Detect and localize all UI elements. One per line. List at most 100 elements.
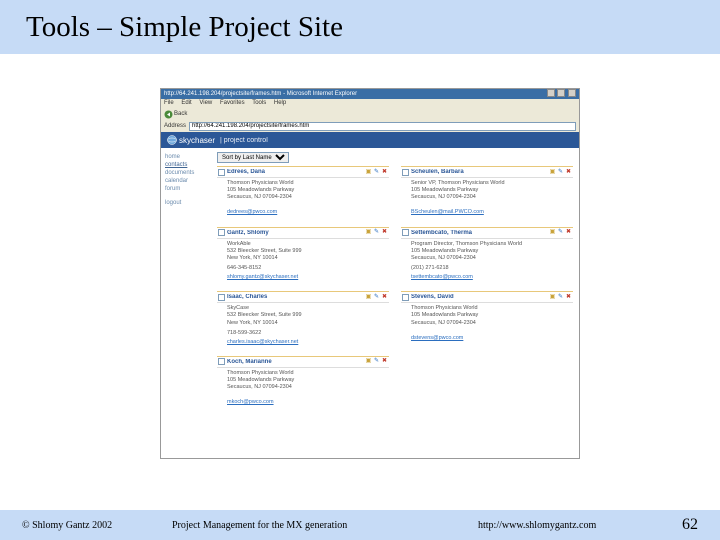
delete-icon[interactable]: ✖	[381, 229, 388, 236]
screenshot: http://64.241.198.204/projectsite/frames…	[160, 88, 580, 459]
edit-icon[interactable]: ✎	[373, 358, 380, 365]
menu-view[interactable]: View	[199, 100, 212, 106]
contact-card: Isaac, Charles▣✎✖SkyCase532 Bleecker Str…	[217, 291, 389, 350]
contact-email[interactable]: charles.isaac@skychaser.net	[227, 339, 298, 346]
contact-checkbox[interactable]	[402, 169, 409, 176]
contact-card-header: Gantz, Shlomy▣✎✖	[217, 228, 389, 239]
contact-name: Stevens, David	[411, 294, 547, 300]
contact-org: Program Director, Thomson Physicians Wor…	[411, 241, 572, 248]
contact-addr1: 105 Meadowlands Parkway	[411, 187, 572, 194]
contact-card-header: Settembcato, Therma▣✎✖	[401, 228, 573, 239]
main-panel: Sort by Last Name Edrees, Dana▣✎✖Thomson…	[211, 148, 579, 458]
contact-checkbox[interactable]	[402, 294, 409, 301]
edit-icon[interactable]: ✎	[557, 294, 564, 301]
contact-body: WorkAble532 Bleecker Street, Suite 999Ne…	[217, 239, 389, 286]
delete-icon[interactable]: ✖	[381, 294, 388, 301]
contact-body: SkyCase532 Bleecker Street, Suite 999New…	[217, 303, 389, 350]
contact-checkbox[interactable]	[218, 358, 225, 365]
contacts-grid: Edrees, Dana▣✎✖Thomson Physicians World1…	[217, 166, 573, 411]
contact-body: Senior VP, Thomson Physicians World105 M…	[401, 178, 573, 221]
menu-tools[interactable]: Tools	[252, 100, 266, 106]
menu-file[interactable]: File	[164, 100, 174, 106]
back-button[interactable]: Back	[164, 110, 187, 119]
sidebar-item-calendar[interactable]: calendar	[165, 178, 207, 184]
delete-icon[interactable]: ✖	[381, 358, 388, 365]
contact-email[interactable]: dstevens@pwco.com	[411, 335, 463, 342]
sort-select[interactable]: Sort by Last Name	[217, 152, 289, 163]
sidebar-item-home[interactable]: home	[165, 154, 207, 160]
contact-checkbox[interactable]	[218, 229, 225, 236]
contact-addr2: New York, NY 10014	[227, 320, 388, 327]
sort-bar: Sort by Last Name	[217, 152, 573, 163]
edit-icon[interactable]: ✎	[373, 229, 380, 236]
brand-name: skychaser	[179, 136, 215, 145]
contact-body: Program Director, Thomson Physicians Wor…	[401, 239, 573, 286]
folder-icon[interactable]: ▣	[365, 169, 372, 176]
slide-footer: © Shlomy Gantz 2002 Project Management f…	[0, 510, 720, 540]
contact-checkbox[interactable]	[218, 169, 225, 176]
contact-card: Stevens, David▣✎✖ Thomson Physicians Worl…	[401, 291, 573, 350]
contact-org: WorkAble	[227, 241, 388, 248]
sidebar-item-documents[interactable]: documents	[165, 170, 207, 176]
folder-icon[interactable]: ▣	[549, 169, 556, 176]
contact-name: Edrees, Dana	[227, 169, 363, 175]
window-controls	[546, 89, 576, 100]
minimize-icon[interactable]	[547, 89, 555, 97]
delete-icon[interactable]: ✖	[565, 169, 572, 176]
contact-checkbox[interactable]	[402, 229, 409, 236]
browser-window: http://64.241.198.204/projectsite/frames…	[160, 88, 580, 459]
contact-card: Settembcato, Therma▣✎✖ Program Director, …	[401, 227, 573, 286]
address-label: Address	[164, 123, 186, 129]
delete-icon[interactable]: ✖	[565, 229, 572, 236]
sidebar-item-contacts[interactable]: contacts	[165, 162, 207, 168]
brand-logo: skychaser | project control	[167, 135, 268, 145]
contact-body: Thomson Physicians World105 Meadowlands …	[401, 303, 573, 346]
contact-email[interactable]: shlomy.gantz@skychaser.net	[227, 274, 298, 281]
sidebar: home contacts documents calendar forum l…	[161, 148, 211, 458]
footer-center: Project Management for the MX generation	[172, 520, 347, 531]
contact-addr2: Secaucus, NJ 07094-2304	[411, 194, 572, 201]
contact-email[interactable]: dedrees@pwco.com	[227, 209, 277, 216]
contact-card-header: Isaac, Charles▣✎✖	[217, 292, 389, 303]
slide-title: Tools – Simple Project Site	[26, 11, 343, 44]
folder-icon[interactable]: ▣	[365, 358, 372, 365]
edit-icon[interactable]: ✎	[557, 229, 564, 236]
contact-checkbox[interactable]	[218, 294, 225, 301]
delete-icon[interactable]: ✖	[565, 294, 572, 301]
menu-edit[interactable]: Edit	[181, 100, 191, 106]
sidebar-item-forum[interactable]: forum	[165, 186, 207, 192]
edit-icon[interactable]: ✎	[373, 169, 380, 176]
contact-addr2: Secaucus, NJ 07094-2304	[227, 194, 388, 201]
menu-favorites[interactable]: Favorites	[220, 100, 245, 106]
contact-card: Gantz, Shlomy▣✎✖WorkAble532 Bleecker Str…	[217, 227, 389, 286]
contact-email[interactable]: mkoch@pwco.com	[227, 399, 274, 406]
app-brand-bar: skychaser | project control	[161, 132, 579, 148]
edit-icon[interactable]: ✎	[373, 294, 380, 301]
contact-addr2: New York, NY 10014	[227, 255, 388, 262]
folder-icon[interactable]: ▣	[365, 229, 372, 236]
maximize-icon[interactable]	[557, 89, 565, 97]
brand-sub: | project control	[220, 137, 268, 144]
contact-phone: (201) 271-6218	[411, 265, 572, 272]
close-icon[interactable]	[568, 89, 576, 97]
back-label: Back	[174, 111, 187, 117]
contact-addr1: 105 Meadowlands Parkway	[227, 187, 388, 194]
address-input[interactable]: http://64.241.198.204/projectsite/frames…	[189, 122, 576, 131]
menu-help[interactable]: Help	[274, 100, 286, 106]
sidebar-item-logout[interactable]: logout	[165, 200, 207, 206]
contact-email[interactable]: tsettembcato@pwco.com	[411, 274, 473, 281]
delete-icon[interactable]: ✖	[381, 169, 388, 176]
folder-icon[interactable]: ▣	[549, 229, 556, 236]
contact-body: Thomson Physicians World105 Meadowlands …	[217, 368, 389, 411]
contact-addr2: Secaucus, NJ 07094-2304	[411, 255, 572, 262]
contact-phone: 718-599-3622	[227, 330, 388, 337]
page-number: 62	[682, 516, 698, 534]
folder-icon[interactable]: ▣	[549, 294, 556, 301]
contact-name: Gantz, Shlomy	[227, 230, 363, 236]
contact-email[interactable]: BScheulen@mail.PWCO.com	[411, 209, 484, 216]
contact-name: Isaac, Charles	[227, 294, 363, 300]
contact-addr1: 105 Meadowlands Parkway	[227, 377, 388, 384]
contact-addr1: 532 Bleecker Street, Suite 999	[227, 312, 388, 319]
edit-icon[interactable]: ✎	[557, 169, 564, 176]
folder-icon[interactable]: ▣	[365, 294, 372, 301]
